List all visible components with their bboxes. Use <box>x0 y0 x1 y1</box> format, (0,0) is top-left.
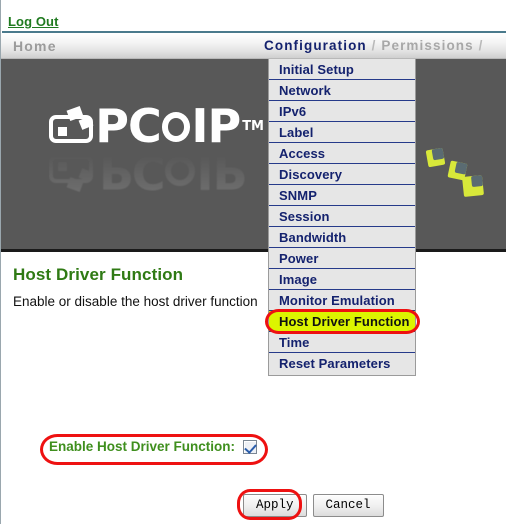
logo-reflection: PC IP <box>49 155 264 201</box>
pcoip-logo-main: PC IP TM <box>49 97 264 155</box>
configuration-dropdown-menu[interactable]: Initial Setup Network IPv6 Label Access Disco… <box>268 59 416 376</box>
trademark-symbol: TM <box>242 118 264 134</box>
menu-item-ipv6[interactable]: IPv6 <box>269 101 415 122</box>
enable-host-driver-checkbox[interactable] <box>243 439 258 454</box>
logout-strip: Log Out <box>1 0 506 33</box>
nav-item-configuration[interactable]: Configuration <box>264 38 367 53</box>
brand-banner: PC IP TM PC IP <box>1 59 506 251</box>
logout-link[interactable]: Log Out <box>8 14 59 29</box>
main-content: Host Driver Function Enable or disable t… <box>1 252 506 524</box>
logo-text-pc: PC <box>95 99 161 153</box>
logo-reflection-pc: PC <box>99 155 165 199</box>
page-title: Host Driver Function <box>13 265 184 284</box>
browser-page: Log Out Home Configuration / Permissions… <box>0 0 506 524</box>
menu-item-image[interactable]: Image <box>269 269 415 290</box>
enable-host-driver-row: Enable Host Driver Function: <box>49 439 258 454</box>
logo-reflection-ip: IP <box>196 155 246 199</box>
nav-breadcrumb: Configuration / Permissions / <box>264 38 483 53</box>
nav-separator-1: / <box>366 38 382 53</box>
menu-item-session[interactable]: Session <box>269 206 415 227</box>
menu-item-snmp[interactable]: SNMP <box>269 185 415 206</box>
logo-letter-o-icon <box>161 112 191 142</box>
menu-item-monitor-emulation[interactable]: Monitor Emulation <box>269 290 415 311</box>
logo-text-ip: IP <box>191 99 241 153</box>
nav-item-home[interactable]: Home <box>13 38 57 54</box>
cancel-button[interactable]: Cancel <box>312 494 384 518</box>
menu-item-host-driver-function[interactable]: Host Driver Function <box>269 311 415 332</box>
main-navbar: Home Configuration / Permissions / <box>1 33 506 59</box>
page-description: Enable or disable the host driver functi… <box>13 294 258 309</box>
menu-item-discovery[interactable]: Discovery <box>269 164 415 185</box>
menu-item-label[interactable]: Label <box>269 122 415 143</box>
banner-bottom-divider <box>1 249 506 252</box>
menu-item-bandwidth[interactable]: Bandwidth <box>269 227 415 248</box>
pcoip-logo: PC IP TM PC IP <box>49 97 264 207</box>
nav-separator-2: / <box>473 38 484 53</box>
menu-item-power[interactable]: Power <box>269 248 415 269</box>
menu-item-time[interactable]: Time <box>269 332 415 353</box>
menu-item-network[interactable]: Network <box>269 80 415 101</box>
camera-icon <box>49 105 94 143</box>
apply-button[interactable]: Apply <box>243 494 307 518</box>
menu-item-access[interactable]: Access <box>269 143 415 164</box>
menu-item-reset-parameters[interactable]: Reset Parameters <box>269 353 415 374</box>
form-button-row: Apply Cancel <box>243 494 384 518</box>
enable-host-driver-label: Enable Host Driver Function: <box>49 439 236 454</box>
decorative-cube-icon <box>462 175 484 197</box>
decorative-cube-icon <box>425 147 446 168</box>
nav-item-permissions[interactable]: Permissions <box>381 38 473 53</box>
menu-item-initial-setup[interactable]: Initial Setup <box>269 59 415 80</box>
